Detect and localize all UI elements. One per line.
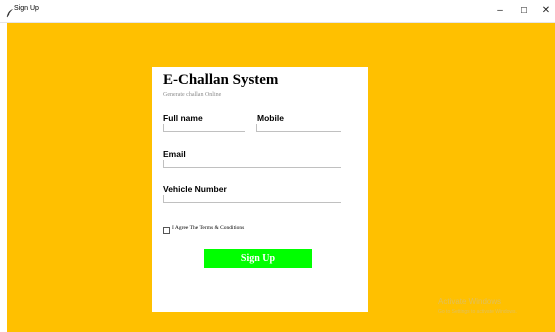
terms-label: I Agree The Terms & Conditions: [172, 225, 245, 231]
fullname-label: Full name: [163, 113, 203, 123]
minimize-button[interactable]: –: [490, 2, 510, 20]
mobile-label: Mobile: [257, 113, 284, 123]
signup-card: E-Challan System Generate challan Online…: [152, 67, 368, 312]
form-subheading: Generate challan Online: [163, 92, 222, 98]
fullname-input[interactable]: [163, 124, 245, 132]
form-heading: E-Challan System: [163, 72, 279, 88]
close-button[interactable]: ✕: [536, 2, 555, 20]
mobile-input[interactable]: [256, 124, 341, 132]
signup-button[interactable]: Sign Up: [204, 249, 312, 268]
vehicle-number-input[interactable]: [163, 195, 341, 203]
title-bar: Sign Up – ☐ ✕: [0, 0, 555, 23]
activate-windows-watermark: Activate Windows Go to Settings to activ…: [438, 297, 517, 317]
window-title: Sign Up: [14, 5, 39, 12]
vehicle-number-label: Vehicle Number: [163, 184, 227, 194]
watermark-subtitle: Go to Settings to activate Windows.: [438, 309, 517, 315]
email-label: Email: [163, 149, 186, 159]
terms-checkbox[interactable]: [163, 227, 170, 234]
email-input[interactable]: [163, 160, 341, 168]
maximize-button[interactable]: ☐: [514, 2, 534, 20]
watermark-title: Activate Windows: [438, 297, 502, 306]
